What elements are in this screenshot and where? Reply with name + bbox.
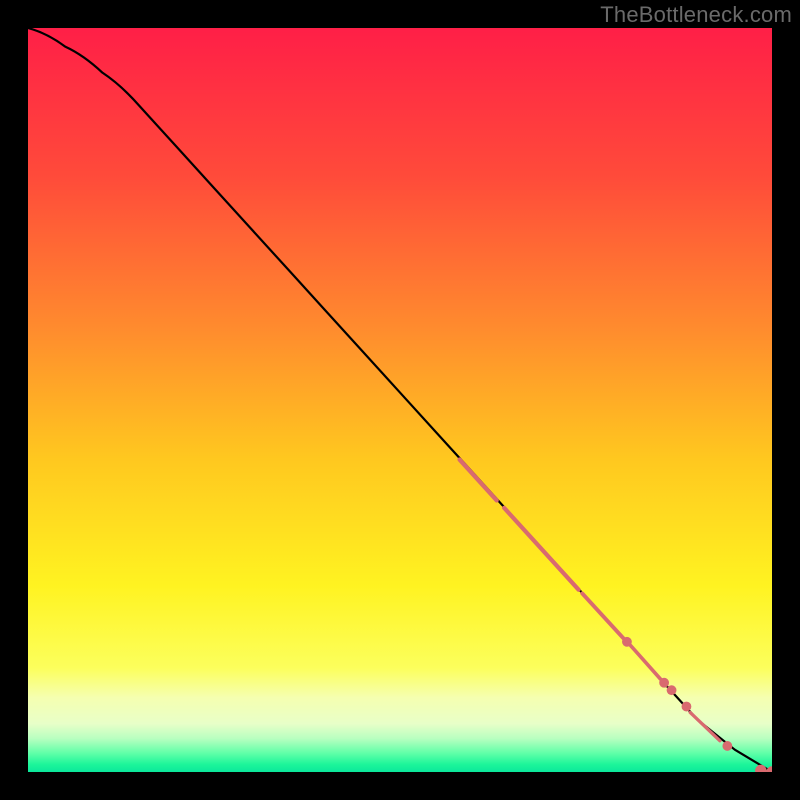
- data-dot: [682, 702, 692, 712]
- data-dot: [722, 741, 732, 751]
- watermark-text: TheBottleneck.com: [600, 2, 792, 28]
- gradient-background: [28, 28, 772, 772]
- plot-area: [28, 28, 772, 772]
- data-dot: [667, 685, 677, 695]
- data-dot: [659, 678, 669, 688]
- data-dot: [622, 637, 632, 647]
- chart-stage: TheBottleneck.com: [0, 0, 800, 800]
- plot-svg: [28, 28, 772, 772]
